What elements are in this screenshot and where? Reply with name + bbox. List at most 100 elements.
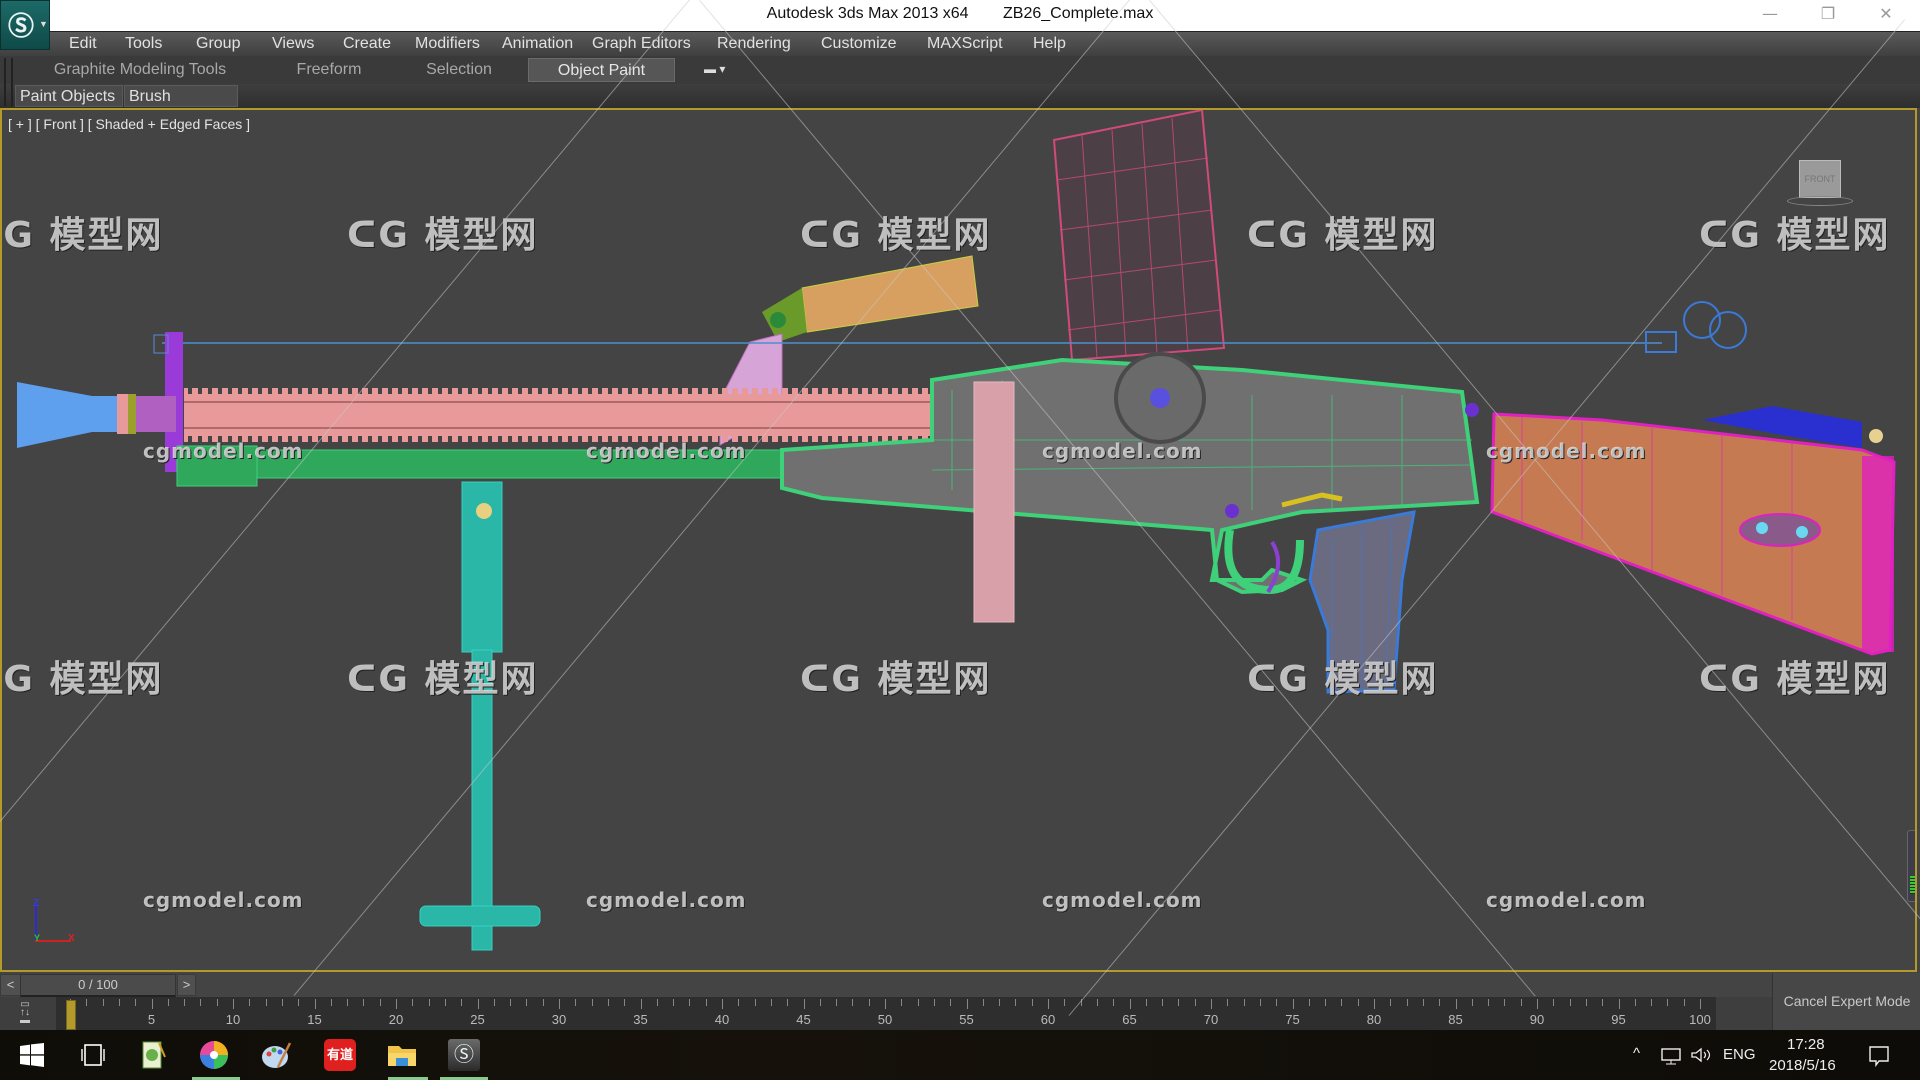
menu-rendering[interactable]: Rendering — [717, 35, 791, 53]
watermark-logo: ᑕG 模型网 — [1247, 215, 1439, 256]
ruler-tick — [118, 999, 120, 1006]
tab-graphite-modeling-tools[interactable]: Graphite Modeling Tools — [12, 58, 268, 82]
color-picker-icon[interactable] — [198, 1039, 230, 1071]
ruler-tick — [200, 999, 202, 1006]
menu-group[interactable]: Group — [196, 35, 240, 53]
next-frame-button[interactable]: > — [177, 974, 196, 996]
viewcube-compass-ring[interactable] — [1787, 196, 1853, 206]
start-icon[interactable] — [16, 1039, 48, 1071]
time-slider-thumb[interactable]: 0 / 100 — [20, 974, 176, 997]
ruler-label: 40 — [714, 1012, 730, 1027]
file-explorer-icon[interactable] — [386, 1039, 418, 1071]
application-menu-button[interactable]: Ⓢ ▼ — [0, 0, 50, 50]
ribbon-tabs: Graphite Modeling Tools Freeform Selecti… — [0, 56, 1920, 85]
paint-icon[interactable] — [260, 1039, 292, 1071]
ribbon-display-options-icon[interactable]: ▬ ▾ — [704, 62, 725, 76]
panel-paint-objects[interactable]: Paint Objects — [15, 85, 123, 107]
ruler-tick — [86, 999, 88, 1006]
ruler-label: 85 — [1448, 1012, 1463, 1027]
minimize-button[interactable]: — — [1741, 0, 1799, 30]
ribbon-grip-handle[interactable] — [4, 58, 13, 106]
steering-wheel-slider[interactable] — [1907, 830, 1915, 902]
ruler-tick — [1276, 999, 1278, 1006]
ruler-label: 30 — [551, 1012, 567, 1027]
watermark-logo: ᑕG 模型网 — [2, 659, 164, 700]
menu-edit[interactable]: Edit — [69, 35, 97, 53]
menu-views[interactable]: Views — [272, 35, 314, 53]
watermark-text: cgmodel.com — [1042, 439, 1203, 463]
ruler-tick — [999, 999, 1001, 1006]
ruler-tick — [1700, 999, 1701, 1009]
track-ruler[interactable]: 0510152025303540455055606570758085909510… — [56, 997, 1716, 1030]
tab-object-paint[interactable]: Object Paint — [528, 58, 675, 82]
ruler-tick — [868, 999, 870, 1006]
ruler-tick — [917, 999, 919, 1006]
menu-maxscript[interactable]: MAXScript — [927, 35, 1003, 53]
ruler-tick — [249, 999, 251, 1006]
tab-freeform[interactable]: Freeform — [268, 58, 390, 82]
ruler-tick — [330, 999, 332, 1006]
ruler-tick — [656, 999, 658, 1006]
front-viewport[interactable]: [ + ] [ Front ] [ Shaded + Edged Faces ] — [0, 108, 1917, 972]
restore-button[interactable]: ❐ — [1799, 0, 1857, 30]
3ds-max-taskbar-icon[interactable]: Ⓢ — [448, 1039, 480, 1071]
watermark-text: cgmodel.com — [1486, 439, 1647, 463]
menu-modifiers[interactable]: Modifiers — [415, 35, 480, 53]
ruler-tick — [607, 999, 609, 1006]
panel-brush-settings[interactable]: Brush Settings — [124, 85, 238, 127]
youdao-dict-icon[interactable]: 有道 — [324, 1039, 356, 1071]
ruler-label: 95 — [1611, 1012, 1626, 1027]
ruler-tick — [265, 999, 267, 1006]
watermark-text: cgmodel.com — [1486, 888, 1647, 912]
network-icon[interactable] — [1660, 1047, 1682, 1065]
current-frame-marker[interactable] — [66, 1000, 76, 1030]
ruler-tick — [493, 999, 495, 1006]
tab-selection[interactable]: Selection — [390, 58, 528, 82]
ruler-tick — [575, 999, 577, 1006]
ruler-tick — [510, 999, 512, 1006]
menu-animation[interactable]: Animation — [502, 35, 573, 53]
input-language[interactable]: ENG — [1723, 1046, 1756, 1063]
action-center-icon[interactable] — [1868, 1045, 1890, 1067]
menu-customize[interactable]: Customize — [821, 35, 897, 53]
ruler-tick — [624, 999, 626, 1006]
ruler-tick — [1455, 999, 1457, 1009]
ruler-tick — [689, 999, 691, 1006]
menu-help[interactable]: Help — [1033, 35, 1066, 53]
tray-chevron-icon[interactable]: ^ — [1633, 1045, 1640, 1062]
ruler-tick — [559, 999, 560, 1009]
ruler-tick — [1634, 999, 1636, 1006]
task-view-icon[interactable] — [77, 1039, 109, 1071]
ruler-tick — [673, 999, 675, 1006]
time-slider: < 0 / 100 > — [0, 973, 1772, 997]
ruler-tick — [1325, 999, 1327, 1006]
menu-graph-editors[interactable]: Graph Editors — [592, 35, 691, 53]
notepad-plus-icon[interactable] — [137, 1039, 169, 1071]
ruler-tick — [738, 999, 740, 1006]
prev-frame-button[interactable]: < — [0, 974, 21, 996]
menu-create[interactable]: Create — [343, 35, 391, 53]
watermark-logo: ᑕG 模型网 — [800, 659, 992, 700]
cancel-expert-mode-button[interactable]: Cancel Expert Mode — [1772, 973, 1920, 1030]
ruler-tick — [1504, 999, 1506, 1006]
ruler-tick — [1308, 999, 1310, 1006]
ruler-tick — [1667, 999, 1669, 1006]
ruler-tick — [461, 999, 463, 1006]
ruler-tick — [1651, 999, 1653, 1006]
rear-sight-camera — [1645, 301, 1747, 353]
ruler-tick — [1537, 999, 1538, 1009]
close-button[interactable]: ✕ — [1857, 0, 1915, 30]
curve-editor-icon[interactable]: ▭ ↑↓ ▬ — [10, 1000, 40, 1026]
ruler-tick — [933, 999, 935, 1006]
menu-tools[interactable]: Tools — [125, 35, 162, 53]
menu-bar: Edit Tools Group Views Create Modifiers … — [0, 31, 1920, 57]
volume-icon[interactable] — [1690, 1046, 1712, 1064]
ruler-label: 60 — [1040, 1012, 1056, 1027]
clock-date[interactable]: 2018/5/16 — [1769, 1057, 1836, 1074]
ruler-label: 75 — [1285, 1012, 1300, 1027]
viewcube[interactable]: FRONT — [1799, 160, 1841, 198]
ruler-tick — [412, 999, 414, 1006]
ruler-tick — [428, 999, 430, 1006]
clock-time[interactable]: 17:28 — [1787, 1036, 1825, 1053]
axis-y-label: Y — [34, 933, 41, 943]
